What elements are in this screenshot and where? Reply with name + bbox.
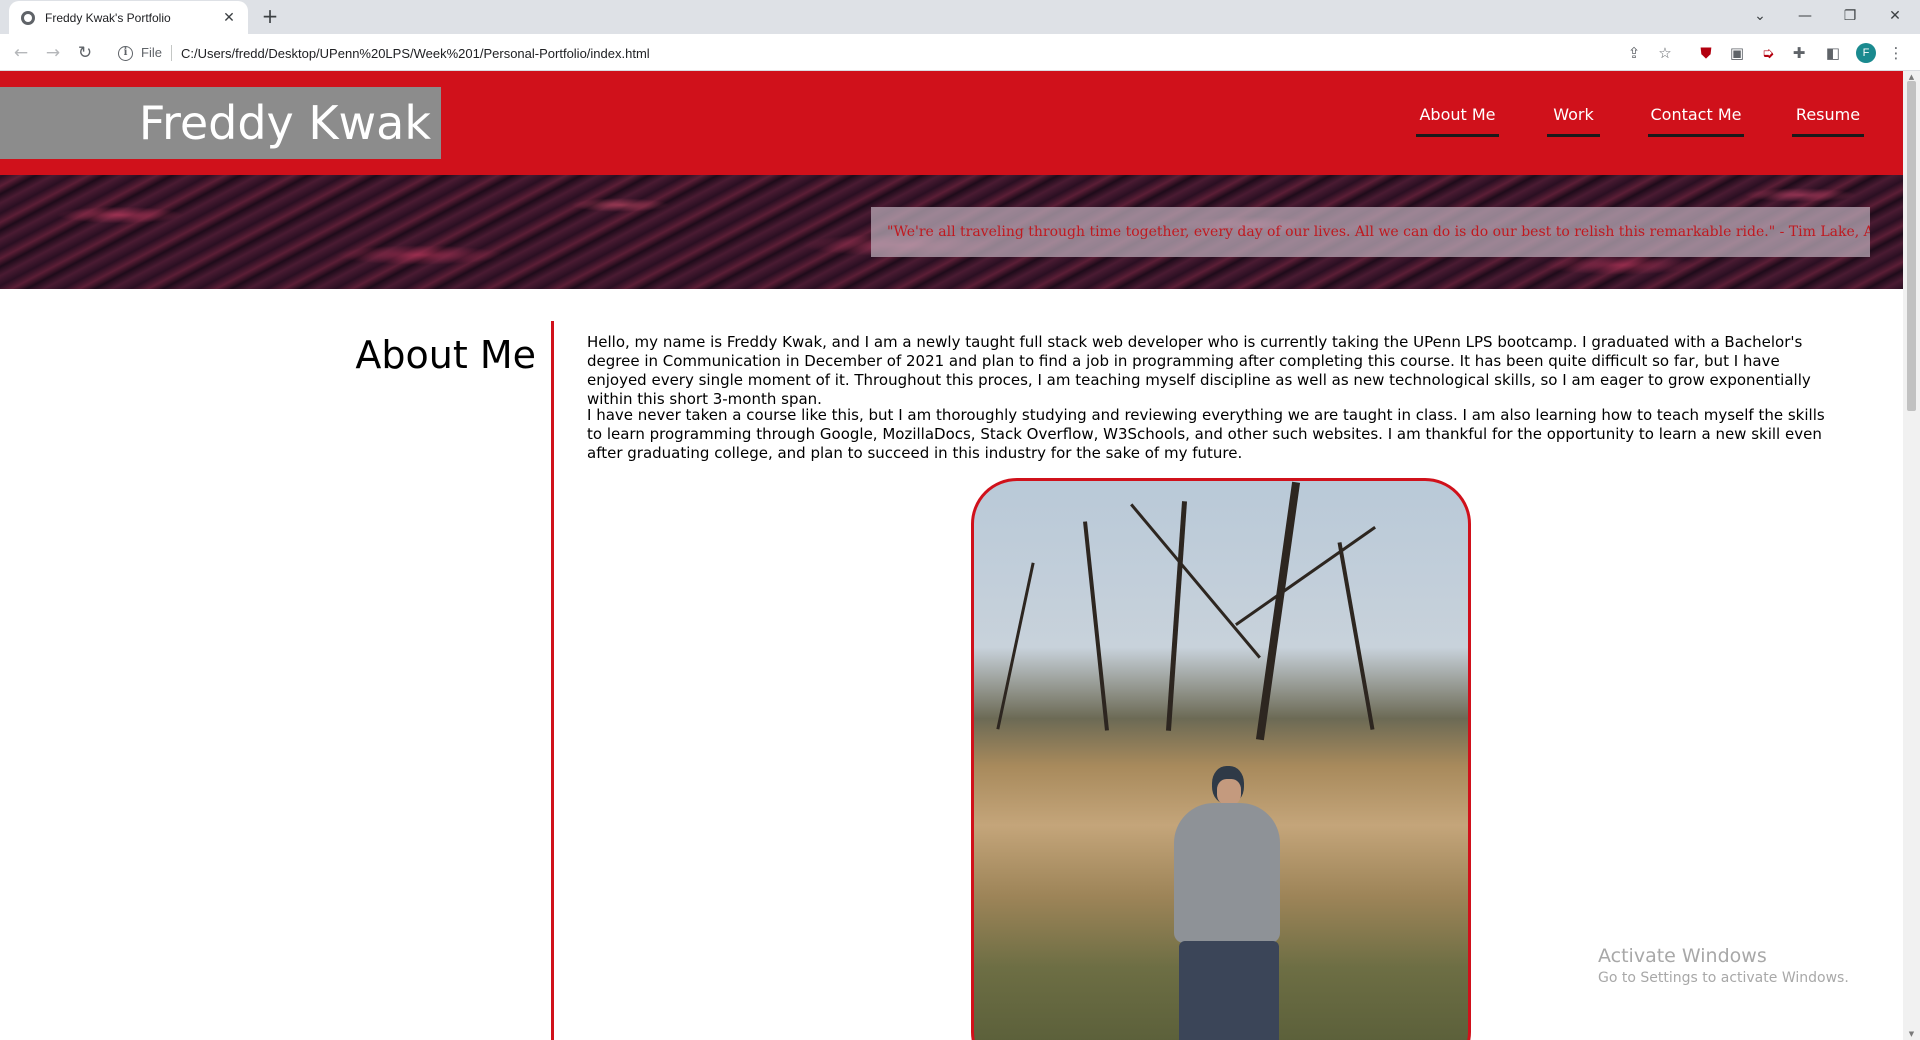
tab-close-icon[interactable]: ✕: [220, 10, 238, 26]
browser-toolbar: ← → ↻ i File C:/Users/fredd/Desktop/UPen…: [0, 34, 1920, 71]
nav-resume[interactable]: Resume: [1792, 103, 1864, 137]
hero-quote: "We're all traveling through time togeth…: [871, 207, 1870, 257]
page-scrollbar[interactable]: ▲ ▼: [1903, 71, 1920, 1040]
site-title: Freddy Kwak: [0, 87, 441, 159]
minimize-button[interactable]: —: [1785, 4, 1825, 28]
shield-extension-icon[interactable]: ⛊: [1696, 43, 1716, 63]
profile-avatar[interactable]: F: [1856, 43, 1876, 63]
about-heading: About Me: [355, 333, 536, 377]
back-arrow-icon[interactable]: ←: [8, 40, 34, 66]
about-paragraph-2: I have never taken a course like this, b…: [587, 406, 1825, 462]
url-text[interactable]: C:/Users/fredd/Desktop/UPenn%20LPS/Week%…: [181, 46, 650, 61]
site-header: Freddy Kwak About Me Work Contact Me Res…: [0, 71, 1903, 175]
tab-title: Freddy Kwak's Portfolio: [45, 10, 171, 25]
extension-square-icon[interactable]: ▣: [1727, 43, 1747, 63]
section-divider: [551, 321, 554, 1040]
bookmark-star-icon[interactable]: ☆: [1655, 43, 1675, 63]
browser-tab-strip: Freddy Kwak's Portfolio ✕ + ⌄ — ❐ ✕: [0, 0, 1920, 34]
puzzle-icon[interactable]: ✚: [1789, 43, 1809, 63]
scroll-down-icon[interactable]: ▼: [1903, 1028, 1920, 1040]
activate-windows-title: Activate Windows: [1598, 945, 1767, 967]
scroll-thumb[interactable]: [1907, 81, 1916, 411]
nav-contact-me[interactable]: Contact Me: [1648, 103, 1744, 137]
nav-about-me[interactable]: About Me: [1416, 103, 1499, 137]
globe-icon: [21, 10, 35, 25]
extension-arrow-icon[interactable]: ➭: [1758, 43, 1778, 63]
page-viewport: Freddy Kwak About Me Work Contact Me Res…: [0, 71, 1903, 1040]
close-window-button[interactable]: ✕: [1875, 4, 1915, 28]
restore-button[interactable]: ❐: [1830, 4, 1870, 28]
browser-tab[interactable]: Freddy Kwak's Portfolio ✕: [9, 1, 248, 34]
new-tab-button[interactable]: +: [258, 5, 282, 29]
about-paragraph-1: Hello, my name is Freddy Kwak, and I am …: [587, 333, 1811, 408]
activate-windows-subtitle: Go to Settings to activate Windows.: [1598, 970, 1849, 986]
file-chip: File: [141, 45, 172, 61]
nav-work[interactable]: Work: [1547, 103, 1600, 137]
side-panel-icon[interactable]: ◧: [1823, 43, 1843, 63]
menu-dots-icon[interactable]: ⋮: [1886, 43, 1906, 63]
reload-icon[interactable]: ↻: [72, 40, 98, 66]
address-bar[interactable]: i File C:/Users/fredd/Desktop/UPenn%20LP…: [108, 38, 1688, 68]
tab-search-icon[interactable]: ⌄: [1740, 4, 1780, 28]
profile-photo: [971, 478, 1471, 1040]
info-icon[interactable]: i: [118, 45, 133, 61]
forward-arrow-icon[interactable]: →: [40, 40, 66, 66]
share-icon[interactable]: ⇪: [1624, 43, 1644, 63]
hero-banner: "We're all traveling through time togeth…: [0, 175, 1903, 289]
